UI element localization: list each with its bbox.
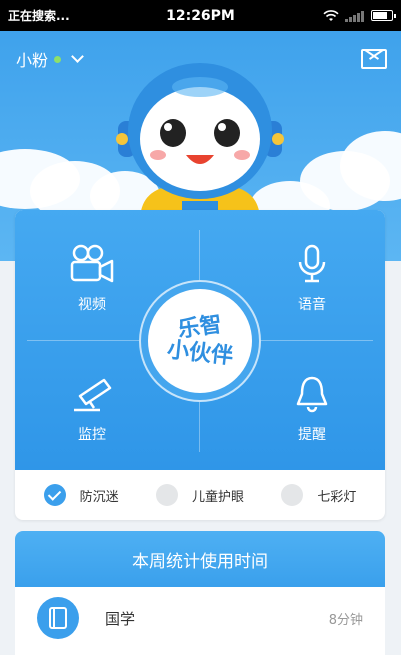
logo-line-2: 小伙伴 — [165, 337, 235, 370]
wifi-icon — [323, 9, 339, 21]
signal-icon — [345, 10, 364, 22]
voice-label: 语音 — [298, 297, 326, 313]
monitor-label: 监控 — [78, 427, 106, 443]
battery-icon — [371, 10, 396, 21]
status-bar: 正在搜索... 12:26PM — [0, 0, 401, 31]
center-logo-button[interactable]: 乐智 小伙伴 — [139, 280, 261, 402]
user-name: 小粉 — [16, 51, 49, 70]
checkbox-color-light[interactable] — [281, 484, 304, 506]
weekly-stats-card: 本周统计使用时间 国学 8分钟 — [15, 531, 385, 655]
reminder-label: 提醒 — [298, 427, 326, 443]
option-eye-care[interactable]: 儿童护眼 — [155, 484, 244, 506]
function-grid: 视频 语音 监控 提醒 乐智 小伙伴 — [15, 210, 385, 470]
book-icon — [37, 597, 79, 639]
option-label: 防沉迷 — [79, 489, 119, 505]
carrier-status: 正在搜索... — [8, 9, 70, 23]
top-header: 小粉 — [0, 31, 401, 87]
usage-duration: 8分钟 — [328, 612, 363, 628]
mail-icon[interactable] — [361, 49, 387, 69]
microphone-icon — [298, 244, 326, 283]
video-label: 视频 — [78, 297, 106, 313]
list-item[interactable]: 国学 8分钟 — [15, 587, 385, 649]
voice-button[interactable]: 语音 — [267, 244, 357, 314]
option-anti-addiction[interactable]: 防沉迷 — [43, 484, 119, 506]
logo-badge: 乐智 小伙伴 — [148, 289, 252, 393]
video-button[interactable]: 视频 — [47, 244, 137, 314]
subject-name: 国学 — [105, 609, 136, 628]
surveillance-camera-icon — [74, 378, 112, 412]
video-camera-icon — [70, 244, 114, 283]
option-color-light[interactable]: 七彩灯 — [281, 484, 356, 506]
checkbox-anti-addiction[interactable] — [43, 484, 66, 506]
options-row: 防沉迷 儿童护眼 七彩灯 — [15, 470, 385, 520]
option-label: 儿童护眼 — [191, 489, 244, 505]
stats-title: 本周统计使用时间 — [15, 531, 385, 587]
bell-icon — [296, 376, 328, 413]
checkbox-eye-care[interactable] — [155, 484, 178, 506]
user-selector[interactable]: 小粉 — [16, 47, 84, 71]
monitor-button[interactable]: 监控 — [47, 374, 137, 444]
online-status-dot — [54, 55, 62, 63]
reminder-button[interactable]: 提醒 — [267, 374, 357, 444]
control-panel: 视频 语音 监控 提醒 乐智 小伙伴 防沉迷 儿童护眼 七彩灯 — [15, 210, 385, 520]
option-label: 七彩灯 — [317, 489, 357, 505]
chevron-down-icon — [71, 50, 84, 63]
